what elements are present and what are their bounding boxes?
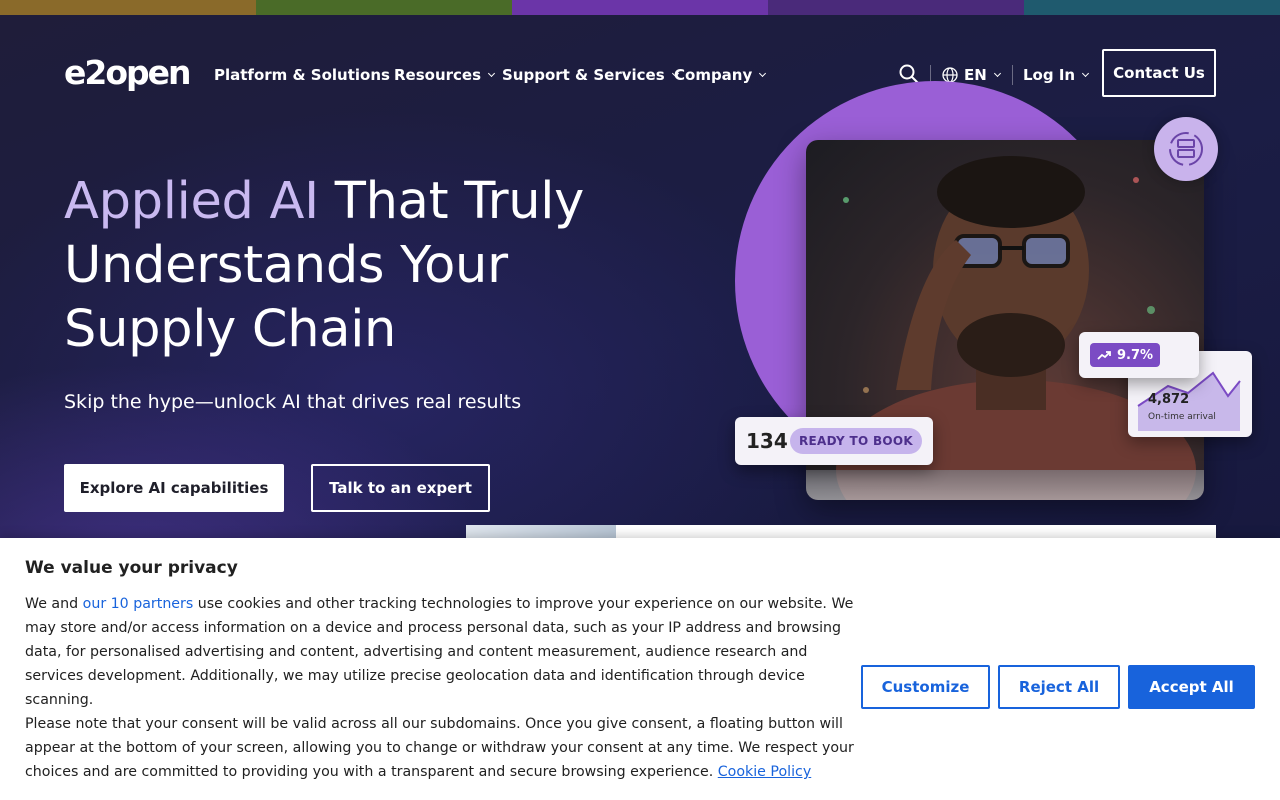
partners-link[interactable]: our 10 partners: [83, 596, 194, 612]
ready-to-book-count: 134: [746, 429, 788, 453]
cookie-policy-link[interactable]: Cookie Policy: [718, 764, 811, 780]
nav-platform-solutions[interactable]: Platform & Solutions: [214, 65, 405, 85]
contact-us-button[interactable]: Contact Us: [1102, 49, 1216, 97]
nav-label: Resources: [394, 66, 482, 84]
reject-all-button[interactable]: Reject All: [998, 665, 1120, 709]
cookie-consent-note: Please note that your consent will be va…: [25, 712, 855, 784]
nav-label: Support & Services: [502, 66, 665, 84]
login-label: Log In: [1023, 66, 1076, 84]
hero-subheadline: Skip the hype—unlock AI that drives real…: [64, 391, 522, 413]
ready-to-book-chip: READY TO BOOK: [790, 428, 922, 454]
cookie-text-after: use cookies and other tracking technolog…: [25, 596, 854, 708]
accept-all-button[interactable]: Accept All: [1128, 665, 1255, 709]
cookie-text-before: We and: [25, 596, 83, 612]
talk-to-expert-button[interactable]: Talk to an expert: [311, 464, 490, 512]
customize-button[interactable]: Customize: [861, 665, 990, 709]
chevron-down-icon: [487, 69, 496, 78]
chevron-down-icon: [993, 69, 1001, 78]
stripe-segment: [0, 0, 256, 15]
growth-chip: 9.7%: [1090, 343, 1160, 367]
trending-up-icon: [1097, 351, 1111, 360]
stripe-segment: [1024, 0, 1280, 15]
cookie-title: We value your privacy: [25, 558, 238, 578]
nav-divider: [1012, 65, 1013, 85]
cookie-consent-banner: We value your privacy We and our 10 part…: [0, 538, 1280, 800]
laptop-edge: [806, 470, 1204, 500]
stat-number: 4,872: [1148, 392, 1190, 407]
cookie-description: We and our 10 partners use cookies and o…: [25, 592, 855, 712]
chevron-down-icon: [759, 69, 767, 78]
login-menu[interactable]: Log In: [1023, 65, 1090, 85]
nav-label: Company: [674, 66, 753, 84]
stripe-segment: [256, 0, 512, 15]
main-nav: e2open Platform & Solutions Resources Su…: [0, 15, 1280, 133]
growth-value: 9.7%: [1116, 347, 1154, 363]
language-label: EN: [964, 66, 987, 84]
stat-label: On-time arrival: [1148, 412, 1216, 422]
server-sync-icon: [1154, 117, 1218, 181]
nav-label: Platform & Solutions: [214, 66, 390, 84]
stripe-segment: [512, 0, 768, 15]
hero-headline: Applied AI That Truly Understands Your S…: [64, 170, 684, 362]
chevron-down-icon: [1082, 69, 1090, 78]
nav-resources[interactable]: Resources: [394, 65, 496, 85]
nav-support-services[interactable]: Support & Services: [502, 65, 679, 85]
nav-company[interactable]: Company: [674, 65, 767, 85]
color-stripe: [0, 0, 1280, 15]
stripe-segment: [768, 0, 1024, 15]
headline-accent: Applied AI: [64, 172, 319, 231]
explore-ai-button[interactable]: Explore AI capabilities: [64, 464, 284, 512]
e2open-logo[interactable]: e2open: [64, 55, 194, 91]
